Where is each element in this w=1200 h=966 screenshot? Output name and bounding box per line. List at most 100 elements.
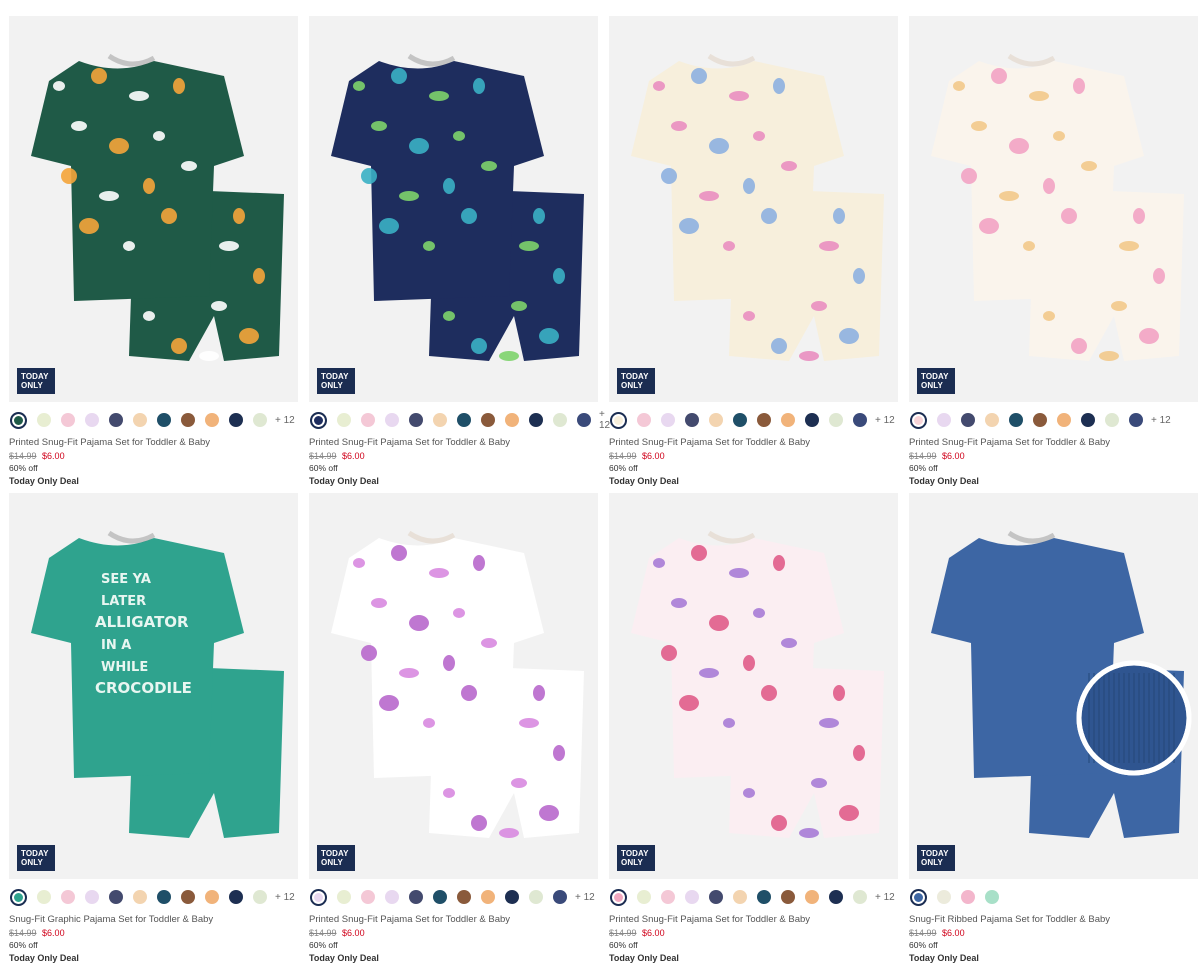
color-swatch[interactable] (709, 413, 723, 427)
color-swatch[interactable] (781, 413, 795, 427)
color-swatch[interactable] (577, 413, 591, 427)
color-swatch[interactable] (310, 888, 327, 906)
product-card[interactable]: TODAY ONLY + 12 Printed Snug-Fit Pajama … (909, 16, 1198, 486)
product-image-link[interactable]: TODAY ONLY (309, 16, 598, 402)
color-swatch[interactable] (553, 890, 567, 904)
color-swatch[interactable] (1105, 413, 1119, 427)
color-swatch[interactable] (385, 413, 399, 427)
color-swatch[interactable] (961, 413, 975, 427)
more-colors-link[interactable]: + 12 (875, 892, 895, 903)
color-swatch[interactable] (10, 411, 27, 429)
product-image-link[interactable]: TODAY ONLY (609, 16, 898, 402)
color-swatch[interactable] (157, 890, 171, 904)
more-colors-link[interactable]: + 12 (875, 415, 895, 426)
color-swatch[interactable] (553, 413, 567, 427)
color-swatch[interactable] (310, 411, 327, 429)
color-swatch[interactable] (457, 890, 471, 904)
color-swatch[interactable] (229, 890, 243, 904)
color-swatch[interactable] (637, 413, 651, 427)
color-swatch[interactable] (109, 890, 123, 904)
color-swatch[interactable] (433, 413, 447, 427)
color-swatch[interactable] (529, 890, 543, 904)
color-swatch[interactable] (1057, 413, 1071, 427)
product-image-link[interactable]: SEE YA LATER ALLIGATOR IN A WHILE CROCODILE T… (9, 493, 298, 879)
color-swatch[interactable] (685, 413, 699, 427)
color-swatch[interactable] (1009, 413, 1023, 427)
product-image-link[interactable]: TODAY ONLY (309, 493, 598, 879)
color-swatch[interactable] (229, 413, 243, 427)
color-swatch[interactable] (205, 413, 219, 427)
more-colors-link[interactable]: + 12 (275, 415, 295, 426)
color-swatch[interactable] (10, 888, 27, 906)
color-swatch[interactable] (181, 890, 195, 904)
color-swatch[interactable] (853, 890, 867, 904)
color-swatch[interactable] (910, 888, 927, 906)
color-swatch[interactable] (133, 413, 147, 427)
product-title[interactable]: Printed Snug-Fit Pajama Set for Toddler … (909, 437, 1198, 448)
color-swatch[interactable] (937, 890, 951, 904)
color-swatch[interactable] (985, 413, 999, 427)
product-image-link[interactable]: TODAY ONLY (609, 493, 898, 879)
color-swatch[interactable] (109, 413, 123, 427)
color-swatch[interactable] (781, 890, 795, 904)
color-swatch[interactable] (385, 890, 399, 904)
color-swatch[interactable] (709, 890, 723, 904)
color-swatch[interactable] (61, 413, 75, 427)
color-swatch[interactable] (433, 890, 447, 904)
color-swatch[interactable] (457, 413, 471, 427)
color-swatch[interactable] (733, 413, 747, 427)
product-image-link[interactable]: TODAY ONLY (909, 493, 1198, 879)
product-card[interactable]: TODAY ONLY + 12 Printed Snug-Fit Pajama … (609, 16, 898, 486)
color-swatch[interactable] (505, 413, 519, 427)
product-title[interactable]: Printed Snug-Fit Pajama Set for Toddler … (9, 437, 298, 448)
product-title[interactable]: Snug-Fit Graphic Pajama Set for Toddler … (9, 914, 298, 925)
color-swatch[interactable] (337, 413, 351, 427)
color-swatch[interactable] (757, 890, 771, 904)
color-swatch[interactable] (757, 413, 771, 427)
color-swatch[interactable] (409, 413, 423, 427)
color-swatch[interactable] (253, 890, 267, 904)
more-colors-link[interactable]: + 12 (1151, 415, 1171, 426)
color-swatch[interactable] (481, 890, 495, 904)
color-swatch[interactable] (637, 890, 651, 904)
color-swatch[interactable] (610, 411, 627, 429)
product-card[interactable]: TODAY ONLY + 12 Printed Snug-Fit Pajama … (9, 16, 298, 486)
product-card[interactable]: TODAY ONLY + 12 Printed Snug-Fit Pajama … (309, 16, 610, 486)
color-swatch[interactable] (661, 413, 675, 427)
color-swatch[interactable] (361, 890, 375, 904)
color-swatch[interactable] (361, 413, 375, 427)
color-swatch[interactable] (37, 890, 51, 904)
product-image-link[interactable]: TODAY ONLY (909, 16, 1198, 402)
color-swatch[interactable] (481, 413, 495, 427)
color-swatch[interactable] (829, 890, 843, 904)
color-swatch[interactable] (181, 413, 195, 427)
color-swatch[interactable] (910, 411, 927, 429)
product-title[interactable]: Snug-Fit Ribbed Pajama Set for Toddler &… (909, 914, 1198, 925)
color-swatch[interactable] (505, 890, 519, 904)
product-card[interactable]: TODAY ONLY + 12 Printed Snug-Fit Pajama … (609, 493, 898, 963)
product-title[interactable]: Printed Snug-Fit Pajama Set for Toddler … (309, 437, 598, 448)
more-colors-link[interactable]: + 12 (575, 892, 595, 903)
more-colors-link[interactable]: + 12 (275, 892, 295, 903)
color-swatch[interactable] (61, 890, 75, 904)
color-swatch[interactable] (1033, 413, 1047, 427)
color-swatch[interactable] (805, 413, 819, 427)
color-swatch[interactable] (685, 890, 699, 904)
color-swatch[interactable] (961, 890, 975, 904)
color-swatch[interactable] (610, 888, 627, 906)
color-swatch[interactable] (1129, 413, 1143, 427)
color-swatch[interactable] (205, 890, 219, 904)
product-card[interactable]: TODAY ONLY + 12 Printed Snug-Fit Pajama … (309, 493, 598, 963)
product-card[interactable]: SEE YA LATER ALLIGATOR IN A WHILE CROCODILE T… (9, 493, 298, 963)
product-title[interactable]: Printed Snug-Fit Pajama Set for Toddler … (609, 437, 898, 448)
color-swatch[interactable] (157, 413, 171, 427)
color-swatch[interactable] (337, 890, 351, 904)
color-swatch[interactable] (37, 413, 51, 427)
color-swatch[interactable] (805, 890, 819, 904)
color-swatch[interactable] (733, 890, 747, 904)
color-swatch[interactable] (85, 413, 99, 427)
color-swatch[interactable] (409, 890, 423, 904)
product-image-link[interactable]: TODAY ONLY (9, 16, 298, 402)
color-swatch[interactable] (937, 413, 951, 427)
color-swatch[interactable] (985, 890, 999, 904)
